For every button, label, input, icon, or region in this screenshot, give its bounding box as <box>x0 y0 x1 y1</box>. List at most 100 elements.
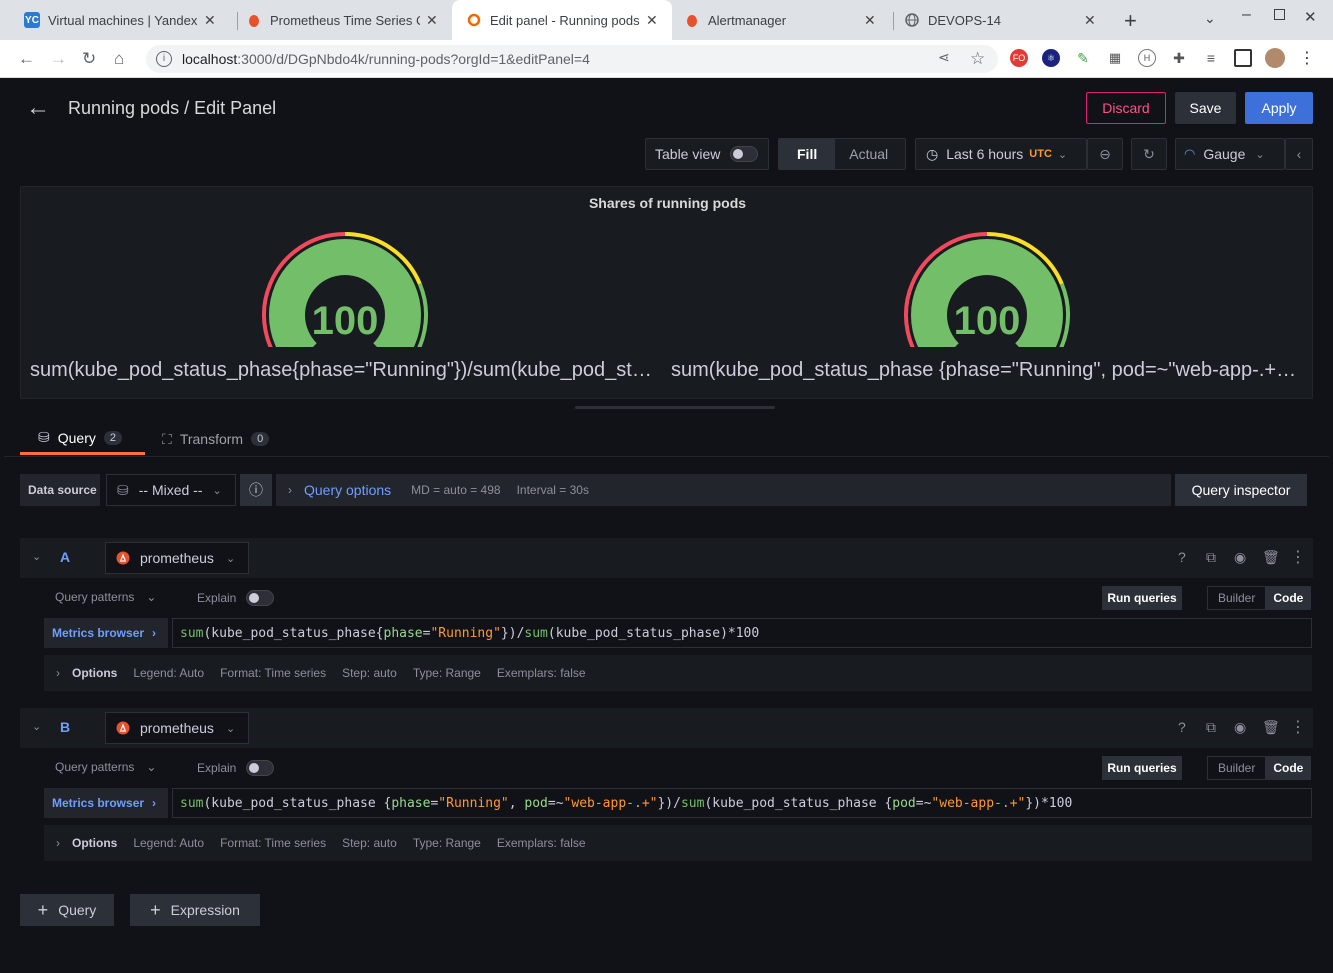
chevron-down-icon: ⌄ <box>146 760 157 774</box>
home-icon[interactable]: ⌂ <box>114 49 124 69</box>
explain-toggle[interactable]: Explain <box>197 760 275 776</box>
trash-icon[interactable]: 🗑 <box>1262 549 1280 566</box>
query-patterns-dropdown[interactable]: Query patterns ⌄ <box>55 760 156 774</box>
tab-title: Edit panel - Running pods <box>490 12 640 28</box>
help-icon[interactable]: ? <box>1178 549 1186 565</box>
save-button[interactable]: Save <box>1175 92 1236 124</box>
plus-icon: + <box>37 899 49 920</box>
profile-avatar[interactable] <box>1265 48 1285 68</box>
metrics-browser-button[interactable]: Metrics browser › <box>44 618 168 648</box>
add-expression-button[interactable]: + Expression <box>130 894 260 926</box>
collapse-chevron-icon[interactable]: ⌄ <box>32 550 41 563</box>
eye-icon[interactable]: ◉ <box>1234 719 1246 736</box>
maximize-icon[interactable] <box>1274 9 1285 20</box>
code-mode-option[interactable]: Code <box>1265 587 1312 609</box>
explain-toggle[interactable]: Explain <box>197 590 275 606</box>
chevron-down-icon: ⌄ <box>225 552 236 565</box>
metrics-browser-button[interactable]: Metrics browser › <box>44 788 168 818</box>
eye-icon[interactable]: ◉ <box>1234 549 1246 566</box>
reading-list-icon[interactable]: ≡ <box>1202 49 1220 67</box>
address-bar-row: ← → ↻ ⌂ i localhost:3000/d/DGpNbdo4k/run… <box>0 40 1333 78</box>
drag-handle-icon[interactable]: ⋮ <box>1290 547 1306 567</box>
duplicate-icon[interactable]: ⧉ <box>1206 549 1216 566</box>
reload-icon[interactable]: ↻ <box>82 49 96 69</box>
table-view-toggle[interactable]: Table view <box>645 138 769 170</box>
close-tab-icon[interactable]: ✕ <box>426 12 438 29</box>
query-patterns-dropdown[interactable]: Query patterns ⌄ <box>55 590 156 604</box>
collapse-chevron-icon[interactable]: ⌄ <box>32 720 41 733</box>
tab-transform[interactable]: ⛶ Transform 0 <box>162 423 292 455</box>
close-tab-icon[interactable]: ✕ <box>864 12 876 29</box>
options-label: Options <box>72 836 118 850</box>
discard-button[interactable]: Discard <box>1086 92 1166 124</box>
clock-icon: ◷ <box>926 145 939 162</box>
extension-h-icon[interactable]: H <box>1138 49 1156 67</box>
drag-handle-icon[interactable]: ⋮ <box>1290 717 1306 737</box>
close-tab-icon[interactable]: ✕ <box>646 12 658 29</box>
datasource-help-button[interactable]: ⓘ <box>240 474 272 506</box>
trash-icon[interactable]: 🗑 <box>1262 719 1280 736</box>
explain-switch[interactable] <box>246 760 275 776</box>
minimize-icon[interactable]: – <box>1242 6 1251 24</box>
panel-preview: Shares of running pods 100 100 sum(kube_… <box>20 186 1313 399</box>
browser-tab-grafana[interactable]: Edit panel - Running pods ✕ <box>452 0 672 40</box>
share-icon[interactable]: ⋖ <box>938 49 950 66</box>
menu-kebab-icon[interactable]: ⋮ <box>1298 49 1316 67</box>
close-tab-icon[interactable]: ✕ <box>1084 12 1096 29</box>
tab-search-icon[interactable]: ⌄ <box>1204 10 1216 27</box>
visualization-picker[interactable]: ◠ Gauge ⌄ <box>1175 138 1285 170</box>
explain-switch[interactable] <box>246 590 275 606</box>
panel-resize-handle[interactable] <box>575 406 775 409</box>
builder-mode-option[interactable]: Builder <box>1208 591 1265 605</box>
query-options-row[interactable]: › Options Legend: Auto Format: Time seri… <box>44 655 1312 691</box>
time-range-picker[interactable]: ◷ Last 6 hours UTC ⌄ <box>915 138 1087 170</box>
extension-leaf-icon[interactable]: ✎ <box>1074 49 1092 67</box>
actual-option[interactable]: Actual <box>835 146 902 162</box>
query-datasource-picker[interactable]: prometheus ⌄ <box>105 712 249 744</box>
extension-incognito-icon[interactable]: ▦ <box>1106 49 1124 67</box>
toggle-options-pane-button[interactable]: ‹ <box>1285 138 1313 170</box>
extension-fo-icon[interactable]: FO <box>1010 49 1028 67</box>
query-options-link[interactable]: Query options <box>304 482 391 498</box>
back-icon[interactable]: ← <box>18 49 35 69</box>
apply-button[interactable]: Apply <box>1245 92 1313 124</box>
forward-icon[interactable]: → <box>50 49 67 69</box>
promql-editor[interactable]: sum (kube_pod_status_phase{phase = "Running… <box>172 618 1312 648</box>
help-icon[interactable]: ? <box>1178 719 1186 735</box>
site-info-icon[interactable]: i <box>156 51 172 67</box>
extension-react-icon[interactable]: ⚛ <box>1042 49 1060 67</box>
query-ref-id[interactable]: B <box>60 719 70 735</box>
query-datasource-picker[interactable]: prometheus ⌄ <box>105 542 249 574</box>
new-tab-icon[interactable]: + <box>1124 8 1137 34</box>
bookmark-star-icon[interactable]: ☆ <box>970 49 985 69</box>
fill-option[interactable]: Fill <box>779 139 836 169</box>
extensions-puzzle-icon[interactable]: ✚ <box>1170 49 1188 67</box>
refresh-button[interactable]: ↻ <box>1131 138 1167 170</box>
query-row-a: ⌄ A prometheus ⌄ ? ⧉ ◉ 🗑 ⋮ Query pattern… <box>20 538 1313 692</box>
zoom-out-button[interactable]: ⊖ <box>1087 138 1123 170</box>
datasource-picker[interactable]: ⛁ -- Mixed -- ⌄ <box>106 474 236 506</box>
query-datasource-name: prometheus <box>140 720 214 736</box>
back-arrow-icon[interactable]: ← <box>26 94 50 122</box>
table-view-switch[interactable] <box>730 146 759 162</box>
browser-tab-devops[interactable]: DEVOPS-14 ✕ <box>896 0 1111 40</box>
tab-query[interactable]: ⛁ Query 2 <box>20 423 145 455</box>
duplicate-icon[interactable]: ⧉ <box>1206 719 1216 736</box>
close-window-icon[interactable]: ✕ <box>1304 8 1317 26</box>
side-panel-icon[interactable] <box>1234 49 1252 67</box>
add-query-button[interactable]: + Query <box>20 894 114 926</box>
close-tab-icon[interactable]: ✕ <box>204 12 216 29</box>
query-inspector-button[interactable]: Query inspector <box>1175 474 1307 506</box>
code-mode-option[interactable]: Code <box>1265 757 1312 779</box>
query-options-bar[interactable]: › Query options MD = auto = 498 Interval… <box>276 474 1171 506</box>
query-ref-id[interactable]: A <box>60 549 70 565</box>
browser-tab-alertmanager[interactable]: Alertmanager ✕ <box>676 0 891 40</box>
browser-tab-prometheus[interactable]: Prometheus Time Series C ✕ <box>240 0 450 40</box>
builder-mode-option[interactable]: Builder <box>1208 761 1265 775</box>
promql-editor[interactable]: sum (kube_pod_status_phase {phase = "Runnin… <box>172 788 1312 818</box>
url-field[interactable]: i localhost:3000/d/DGpNbdo4k/running-pod… <box>146 45 998 73</box>
query-options-row[interactable]: › Options Legend: Auto Format: Time seri… <box>44 825 1312 861</box>
run-queries-button[interactable]: Run queries <box>1102 586 1182 610</box>
browser-tab-yandex[interactable]: YC Virtual machines | Yandex ✕ <box>14 0 234 40</box>
run-queries-button[interactable]: Run queries <box>1102 756 1182 780</box>
